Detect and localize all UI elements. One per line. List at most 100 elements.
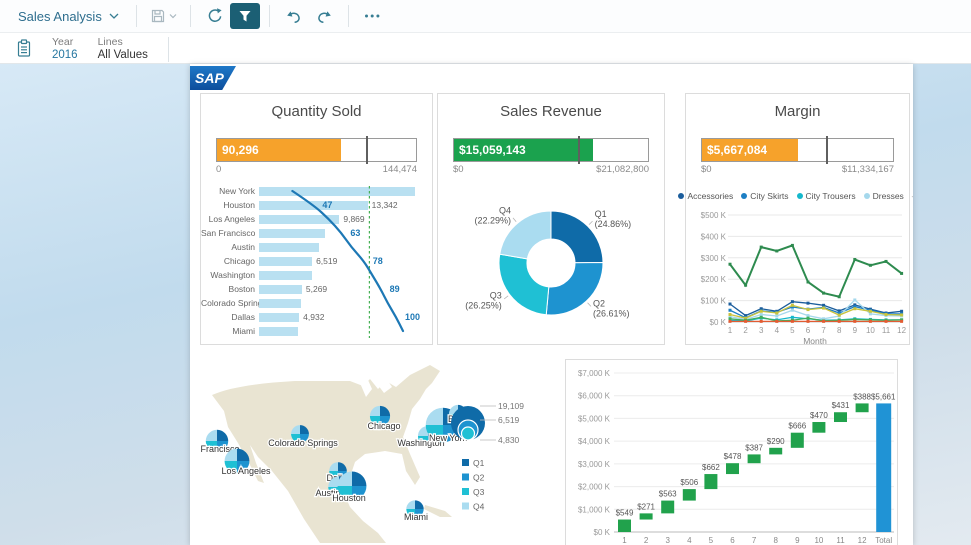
svg-text:$0 K: $0 K	[710, 318, 727, 327]
pareto-row[interactable]: Dallas4,932	[201, 310, 432, 324]
waterfall-bar[interactable]	[748, 454, 761, 463]
svg-text:$1,000 K: $1,000 K	[578, 505, 611, 514]
pareto-bar[interactable]	[259, 327, 298, 336]
pareto-row[interactable]: New York	[201, 184, 432, 198]
filter-year[interactable]: Year 2016	[52, 36, 78, 62]
svg-text:$4,000 K: $4,000 K	[578, 437, 611, 446]
waterfall-bar[interactable]	[704, 474, 717, 489]
donut-chart[interactable]: Q1(24.86%)Q2(26.61%)Q3(26.25%)Q4(22.29%)	[438, 188, 664, 340]
pareto-row[interactable]: Washington	[201, 268, 432, 282]
svg-text:10: 10	[866, 326, 875, 335]
svg-text:12: 12	[897, 326, 906, 335]
panel-margin: Margin $5,667,084 $0 $11,334,167 Accesso…	[685, 93, 910, 345]
pareto-bar[interactable]	[259, 257, 312, 266]
pareto-bar[interactable]	[259, 187, 415, 196]
pareto-row[interactable]: Houston13,342	[201, 198, 432, 212]
svg-text:3: 3	[759, 326, 764, 335]
pareto-row[interactable]: Colorado Springs	[201, 296, 432, 310]
pareto-bar[interactable]	[259, 215, 339, 224]
pareto-bar[interactable]	[259, 201, 368, 210]
legend-dot	[678, 193, 684, 199]
pareto-bar[interactable]	[259, 285, 302, 294]
bullet-chart-margin[interactable]: $5,667,084 $0 $11,334,167	[701, 138, 894, 175]
pareto-category-label: Austin	[201, 242, 259, 252]
svg-text:$200 K: $200 K	[701, 275, 727, 284]
undo-button[interactable]	[279, 3, 309, 29]
bullet-chart-revenue[interactable]: $15,059,143 $0 $21,082,800	[453, 138, 649, 175]
waterfall-total-bar[interactable]	[876, 403, 891, 532]
waterfall-bar[interactable]	[769, 448, 782, 455]
dashboard-background: SAP Quantity Sold 90,296 0 144,474 New Y…	[0, 64, 971, 545]
bullet-track: 90,296	[216, 138, 417, 162]
filter-value: All Values	[98, 49, 148, 63]
toolbar-separator	[190, 5, 191, 27]
waterfall-bar[interactable]	[726, 463, 739, 474]
waterfall-bar[interactable]	[683, 489, 696, 500]
svg-text:8: 8	[837, 326, 842, 335]
line-series[interactable]	[730, 245, 902, 296]
pareto-row[interactable]: San Francisco	[201, 226, 432, 240]
pareto-bar[interactable]	[259, 313, 299, 322]
waterfall-chart[interactable]: $0 K$1,000 K$2,000 K$3,000 K$4,000 K$5,0…	[566, 362, 897, 545]
pareto-value-label: 4,932	[303, 312, 324, 322]
pareto-row[interactable]: Austin	[201, 240, 432, 254]
waterfall-bar[interactable]	[640, 513, 653, 519]
pareto-category-label: Colorado Springs	[201, 298, 259, 308]
waterfall-value-label: $470	[810, 411, 828, 420]
svg-text:$6,000 K: $6,000 K	[578, 392, 611, 401]
waterfall-value-label: $549	[616, 509, 634, 518]
waterfall-bar[interactable]	[661, 501, 674, 514]
waterfall-x-label: 2	[644, 536, 649, 545]
waterfall-value-label: $388	[853, 392, 871, 401]
bullet-value: $15,059,143	[454, 143, 526, 157]
more-button[interactable]	[358, 3, 388, 29]
panel-waterfall: $0 K$1,000 K$2,000 K$3,000 K$4,000 K$5,0…	[565, 359, 898, 545]
size-legend-label: 19,109	[498, 401, 524, 411]
line-chart[interactable]: $0 K$100 K$200 K$300 K$400 K$500 K123456…	[686, 200, 911, 346]
chevron-down-icon	[109, 13, 119, 19]
waterfall-bar[interactable]	[618, 520, 631, 532]
filter-button[interactable]	[230, 3, 260, 29]
filter-lines[interactable]: Lines All Values	[98, 36, 148, 62]
refresh-button[interactable]	[200, 3, 230, 29]
pareto-row[interactable]: Los Angeles9,869	[201, 212, 432, 226]
filter-list-icon[interactable]	[16, 39, 32, 58]
pareto-chart[interactable]: New YorkHouston13,342Los Angeles9,869San…	[201, 184, 432, 342]
pareto-bar[interactable]	[259, 229, 325, 238]
donut-slice-Q3[interactable]	[499, 254, 549, 315]
sap-logo-text: SAP	[195, 70, 224, 86]
axis-min: $0	[453, 164, 464, 175]
quarter-legend-label: Q2	[473, 473, 485, 483]
svg-text:2: 2	[743, 326, 748, 335]
bullet-track: $15,059,143	[453, 138, 649, 162]
bullet-axis: $0 $11,334,167	[701, 164, 894, 175]
pareto-category-label: Washington	[201, 270, 259, 280]
legend-truncation: –	[912, 191, 913, 201]
waterfall-bar[interactable]	[812, 422, 825, 433]
filter-bar: Year 2016 Lines All Values	[0, 33, 971, 64]
waterfall-bar[interactable]	[791, 433, 804, 448]
city-pie-miami[interactable]: Miami	[404, 500, 428, 522]
pareto-row[interactable]: Miami	[201, 324, 432, 338]
line-series[interactable]	[730, 300, 902, 319]
pareto-bar[interactable]	[259, 299, 301, 308]
redo-button[interactable]	[309, 3, 339, 29]
svg-text:$400 K: $400 K	[701, 232, 727, 241]
pareto-row[interactable]: Chicago6,519	[201, 254, 432, 268]
quarter-legend-label: Q4	[473, 502, 485, 512]
save-button[interactable]	[146, 3, 181, 29]
waterfall-bar[interactable]	[834, 412, 847, 422]
pareto-row[interactable]: Boston5,269	[201, 282, 432, 296]
app-title-dropdown[interactable]: Sales Analysis	[10, 9, 127, 24]
pareto-category-label: Houston	[201, 200, 259, 210]
save-icon	[150, 8, 166, 24]
legend-dot	[797, 193, 803, 199]
pareto-category-label: Boston	[201, 284, 259, 294]
svg-text:6: 6	[806, 326, 811, 335]
pareto-bar[interactable]	[259, 271, 312, 280]
waterfall-bar[interactable]	[856, 403, 869, 412]
us-map[interactable]: FranciscoLos AngelesColorado SpringsChic…	[200, 359, 470, 543]
bullet-chart-quantity[interactable]: 90,296 0 144,474	[216, 138, 417, 175]
pareto-bar[interactable]	[259, 243, 319, 252]
waterfall-x-label: 12	[858, 536, 867, 545]
